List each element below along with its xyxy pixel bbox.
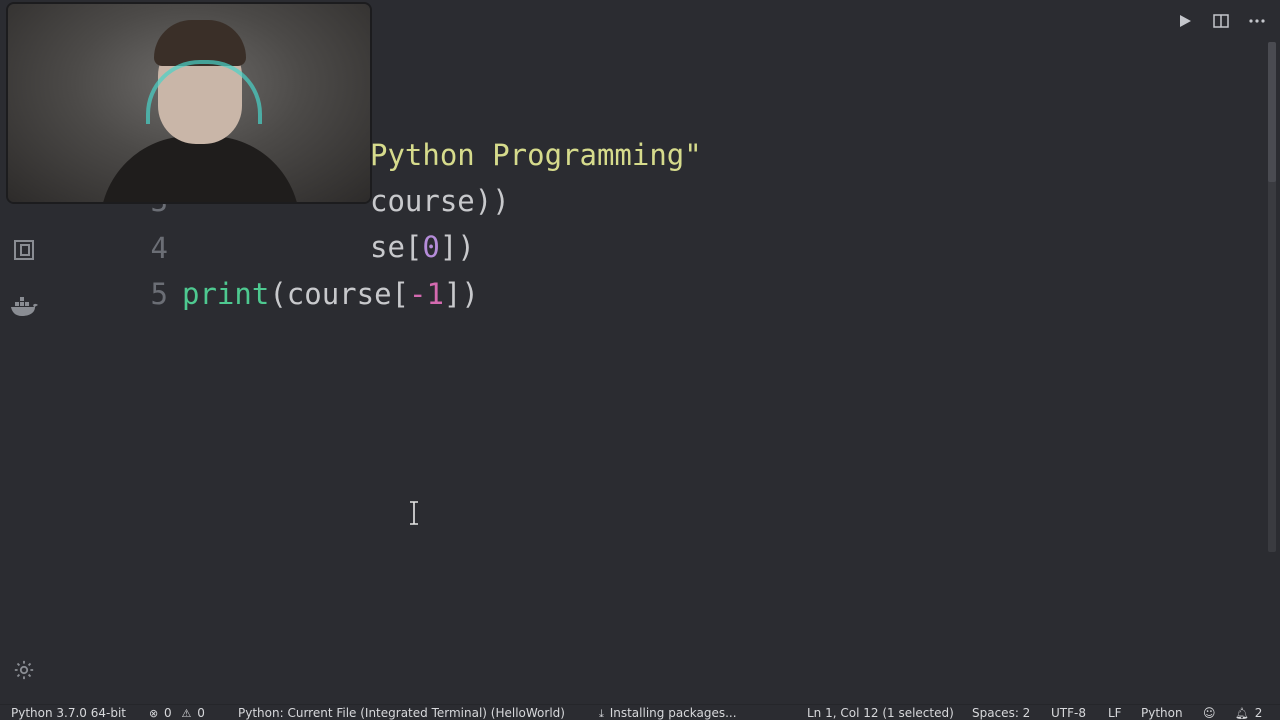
play-icon[interactable]	[1174, 10, 1196, 32]
python-interpreter[interactable]: Python 3.7.0 64-bit	[11, 705, 126, 720]
webcam-overlay	[8, 4, 370, 202]
presenter-body	[100, 136, 300, 202]
line-ending[interactable]: LF	[1108, 705, 1122, 720]
task-status[interactable]: ⤓ Installing packages...	[599, 705, 737, 720]
indentation[interactable]: Spaces: 2	[972, 705, 1030, 720]
code-token: print	[182, 277, 270, 311]
code-line[interactable]: 5	[48, 225, 1248, 311]
vscode-window: 1 Python Programming" 2 course)) 3 se[0]…	[0, 0, 1280, 720]
editor-scrollbar-thumb[interactable]	[1268, 42, 1276, 182]
run-configuration[interactable]: Python: Current File (Integrated Termina…	[238, 705, 565, 720]
bell-icon: 🔔︎	[1235, 707, 1249, 720]
extensions-icon[interactable]	[8, 234, 40, 266]
cursor-position[interactable]: Ln 1, Col 12 (1 selected)	[807, 705, 954, 720]
line-number: 5	[150, 277, 168, 311]
error-icon: ⊗	[149, 707, 159, 720]
warning-icon: ⚠	[181, 707, 192, 720]
split-editor-icon[interactable]	[1210, 10, 1232, 32]
language-mode[interactable]: Python	[1141, 705, 1183, 720]
status-bar: Python 3.7.0 64-bit ⊗ 0 ⚠ 0 Python: Curr…	[0, 704, 1280, 720]
download-icon: ⤓	[599, 707, 604, 720]
editor-actions	[1174, 10, 1268, 32]
docker-icon[interactable]	[8, 290, 40, 322]
code-token: ])	[443, 277, 479, 311]
encoding[interactable]: UTF-8	[1051, 705, 1086, 720]
notifications[interactable]: 🔔︎ 2	[1235, 705, 1262, 720]
problems-indicator[interactable]: ⊗ 0 ⚠ 0	[149, 705, 205, 720]
more-actions-icon[interactable]	[1246, 10, 1268, 32]
gear-icon[interactable]	[8, 654, 40, 686]
code-token: (course[	[269, 277, 409, 311]
feedback-smiley-icon[interactable]: ☺	[1203, 705, 1216, 720]
code-token: -1	[409, 277, 444, 311]
text-cursor-icon	[408, 500, 420, 526]
line-code[interactable]: print(course[-1])	[182, 271, 479, 317]
